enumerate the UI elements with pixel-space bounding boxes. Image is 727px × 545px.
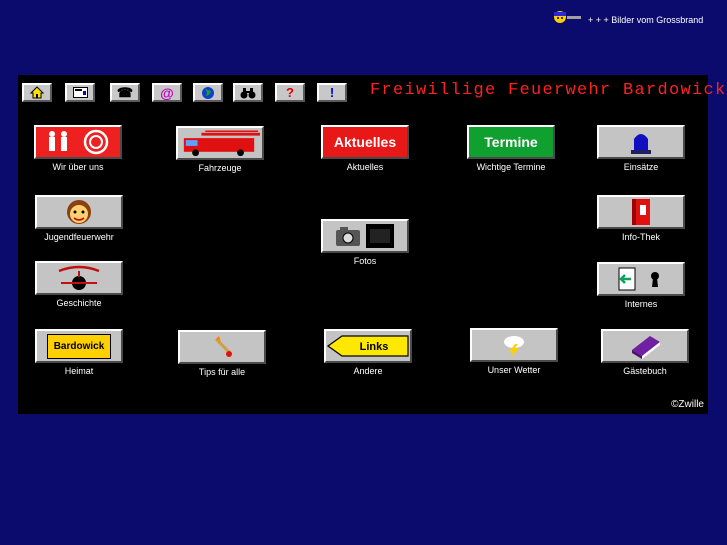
- tile-heimat[interactable]: Bardowick Heimat: [19, 329, 139, 376]
- tile-wichtige-termine[interactable]: Termine Wichtige Termine: [451, 125, 571, 172]
- tile-tips-fuer-alle[interactable]: Tips für alle: [162, 330, 282, 377]
- tile-internes[interactable]: Internes: [581, 262, 701, 309]
- folder-binder-icon: [632, 199, 650, 225]
- tile-button[interactable]: [35, 195, 123, 229]
- links-badge: Links: [360, 341, 389, 353]
- old-pump-icon: [58, 265, 100, 290]
- tile-label: Wir über uns: [52, 162, 104, 172]
- search-button[interactable]: [233, 83, 263, 102]
- phone-icon: ☎: [116, 84, 134, 100]
- tile-gaestebuch[interactable]: Gästebuch: [585, 329, 705, 376]
- tile-unser-wetter[interactable]: Unser Wetter: [454, 328, 574, 375]
- tile-button[interactable]: Bardowick: [35, 329, 123, 363]
- matches-fire-icon: [215, 336, 233, 357]
- tile-button[interactable]: [321, 219, 409, 253]
- phone-button[interactable]: ☎: [110, 83, 140, 102]
- home-icon: [30, 86, 44, 99]
- news-button[interactable]: [65, 83, 95, 102]
- tile-fotos[interactable]: Fotos: [305, 219, 425, 266]
- fire-truck-icon: [183, 130, 261, 157]
- tile-button[interactable]: [178, 330, 266, 364]
- globe-icon: [202, 86, 214, 99]
- question-icon: ?: [286, 85, 294, 100]
- email-button[interactable]: @: [152, 83, 182, 102]
- aktuelles-badge: Aktuelles: [333, 134, 397, 150]
- tile-label: Internes: [624, 299, 658, 309]
- binoculars-icon: [240, 87, 256, 98]
- firefighters-icon: [38, 127, 118, 157]
- blue-light-icon: [631, 134, 651, 154]
- door-keyhole-icon: [618, 267, 659, 291]
- tile-button[interactable]: [470, 328, 558, 362]
- camera-film-icon: [336, 224, 394, 248]
- child-face-icon: [67, 200, 91, 224]
- tile-label: Tips für alle: [198, 367, 246, 377]
- info-button[interactable]: !: [317, 83, 347, 102]
- tile-label: Wichtige Termine: [476, 162, 546, 172]
- help-button[interactable]: ?: [275, 83, 305, 102]
- tile-einsaetze[interactable]: Einsätze: [581, 125, 701, 172]
- home-button[interactable]: [22, 83, 52, 102]
- tile-andere[interactable]: Links Andere: [308, 329, 428, 376]
- web-button[interactable]: [193, 83, 223, 102]
- main-panel: ☎ @ ? ! Freiwillige Feuerwehr Bardowick: [18, 75, 725, 414]
- termine-badge: Termine: [484, 134, 538, 150]
- site-title: Freiwillige Feuerwehr Bardowick: [370, 81, 727, 100]
- copyright: ©Zwille: [671, 399, 704, 410]
- tile-label: Info-Thek: [621, 232, 661, 242]
- tile-button[interactable]: [34, 125, 122, 159]
- at-icon: @: [160, 84, 174, 101]
- tile-label: Andere: [353, 366, 383, 376]
- tile-button[interactable]: [597, 262, 685, 296]
- tile-label: Fahrzeuge: [198, 163, 242, 173]
- tile-info-thek[interactable]: Info-Thek: [581, 195, 701, 242]
- tile-label: Unser Wetter: [487, 365, 541, 375]
- tile-button[interactable]: [597, 125, 685, 159]
- book-icon: [632, 336, 660, 359]
- tile-button[interactable]: [35, 261, 123, 295]
- tile-label: Gästebuch: [623, 366, 667, 376]
- tile-aktuelles[interactable]: Aktuelles Aktuelles: [305, 125, 425, 172]
- top-banner[interactable]: + + + Bilder vom Grossbrand: [552, 8, 703, 26]
- exclamation-icon: !: [329, 85, 335, 100]
- storm-cloud-icon: [504, 336, 524, 359]
- window-icon: [72, 87, 88, 98]
- tile-button[interactable]: Aktuelles: [321, 125, 409, 159]
- tile-label: Heimat: [64, 366, 94, 376]
- tile-button[interactable]: [597, 195, 685, 229]
- links-arrow-icon: Links: [326, 335, 409, 357]
- tile-button[interactable]: [601, 329, 689, 363]
- tile-label: Fotos: [353, 256, 377, 266]
- tile-button[interactable]: [176, 126, 264, 160]
- tile-button[interactable]: Termine: [467, 125, 555, 159]
- tile-label: Jugendfeuerwehr: [44, 232, 114, 242]
- tile-label: Aktuelles: [346, 162, 384, 172]
- tile-label: Einsätze: [623, 162, 659, 172]
- banner-link[interactable]: + + + Bilder vom Grossbrand: [588, 15, 703, 25]
- tile-jugendfeuerwehr[interactable]: Jugendfeuerwehr: [19, 195, 139, 242]
- tile-fahrzeuge[interactable]: Fahrzeuge: [160, 126, 280, 173]
- tile-button[interactable]: Links: [324, 329, 412, 363]
- tile-label: Geschichte: [56, 298, 102, 308]
- tile-geschichte[interactable]: Geschichte: [19, 261, 139, 308]
- bardowick-sign: Bardowick: [46, 333, 112, 359]
- tile-wir-ueber-uns[interactable]: Wir über uns: [18, 125, 138, 172]
- smiley-mascot-icon: [554, 11, 581, 23]
